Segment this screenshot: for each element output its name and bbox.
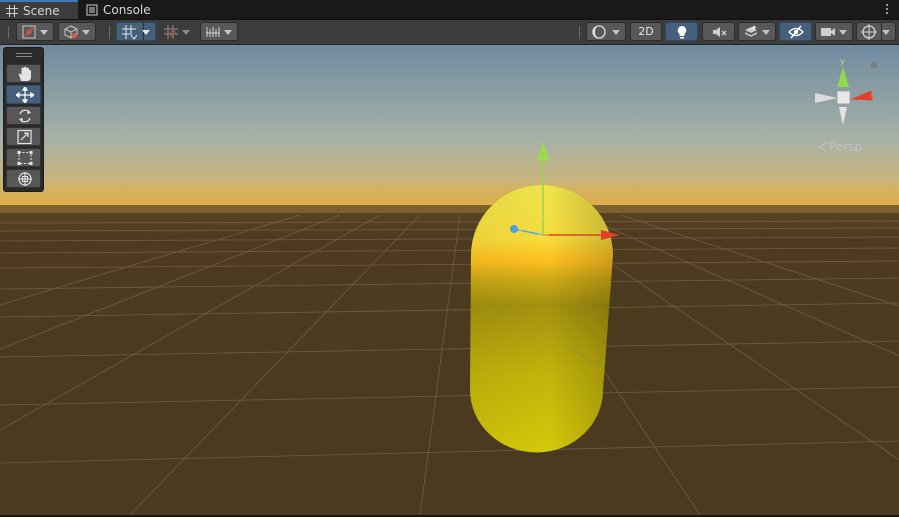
tab-console-label: Console xyxy=(103,2,151,17)
horizon-glow xyxy=(0,185,899,213)
shading-mode-dropdown[interactable] xyxy=(58,22,96,41)
gizmo-y-label: y xyxy=(840,57,845,66)
toolbar-separator xyxy=(109,26,110,39)
rotate-icon xyxy=(19,109,31,123)
tab-bar: Scene Console xyxy=(0,0,899,20)
chevron-down-icon xyxy=(224,30,232,35)
scene-visibility-toggle[interactable] xyxy=(779,22,812,41)
tool-rotate[interactable] xyxy=(6,106,41,125)
center-cube[interactable] xyxy=(836,90,851,105)
chevron-down-icon xyxy=(882,30,890,35)
tool-hand[interactable] xyxy=(6,64,41,83)
axis-gizmo: y x xyxy=(794,53,877,125)
chevron-down-icon xyxy=(40,30,48,35)
tool-rect[interactable] xyxy=(6,148,41,167)
projection-label: Persp xyxy=(829,140,862,154)
grid-snap-toggle[interactable] xyxy=(116,22,156,41)
y-axis-cone-icon[interactable] xyxy=(837,67,849,87)
toolbar-separator xyxy=(579,26,580,39)
cube-icon xyxy=(64,25,78,39)
console-icon xyxy=(86,4,98,16)
rect-tool-icon xyxy=(17,151,33,165)
lock-icon[interactable] xyxy=(871,62,877,68)
grid-icon xyxy=(6,4,18,17)
visibility-off-icon xyxy=(788,25,804,39)
move-arrows-icon xyxy=(16,87,34,103)
shaded-sphere-icon xyxy=(592,25,606,39)
chevron-down-icon xyxy=(762,30,770,35)
more-options-icon[interactable] xyxy=(885,2,889,16)
scene-render xyxy=(0,45,899,515)
lighting-toggle[interactable] xyxy=(665,22,698,41)
audio-muted-icon xyxy=(713,27,727,37)
scene-viewport[interactable] xyxy=(0,45,899,515)
mode-2d-label: 2D xyxy=(638,25,654,38)
chevron-down-icon xyxy=(839,30,847,35)
gizmo-x-label: x xyxy=(870,92,875,101)
scale-icon xyxy=(17,129,32,145)
hand-icon xyxy=(18,66,31,81)
audio-toggle[interactable] xyxy=(702,22,735,41)
effects-dropdown[interactable] xyxy=(738,22,776,41)
mode-2d-toggle[interactable]: 2D xyxy=(630,22,662,41)
draw-mode-icon xyxy=(22,25,36,39)
overlay-grip[interactable] xyxy=(16,53,32,59)
capsule-object[interactable] xyxy=(470,185,613,453)
draw-mode-dropdown[interactable] xyxy=(16,22,54,41)
tab-scene-label: Scene xyxy=(23,3,60,18)
neg-x-cone-icon[interactable] xyxy=(815,93,837,103)
camera-icon xyxy=(821,28,835,36)
lightbulb-icon xyxy=(677,26,687,39)
snap-grid-icon xyxy=(164,25,178,39)
tab-console[interactable]: Console xyxy=(80,0,160,19)
toolbar-grip xyxy=(8,26,9,39)
chevron-down-icon xyxy=(182,30,190,35)
projection-toggle[interactable]: Persp xyxy=(817,140,862,154)
chevron-down-icon xyxy=(142,30,150,35)
ruler-snap-dropdown[interactable] xyxy=(200,22,238,41)
scene-toolbar: 2D xyxy=(0,20,899,45)
z-axis-cap-icon[interactable] xyxy=(510,225,518,233)
ground-plane xyxy=(0,205,899,515)
grid-snap-icon xyxy=(122,25,137,40)
layers-effects-icon xyxy=(744,25,758,37)
tool-move[interactable] xyxy=(6,85,41,104)
tab-scene[interactable]: Scene xyxy=(0,0,78,19)
gizmos-globe-icon xyxy=(861,24,877,40)
tool-transform[interactable] xyxy=(6,169,41,188)
tool-scale[interactable] xyxy=(6,127,41,146)
chevron-down-icon xyxy=(612,30,620,35)
ruler-icon xyxy=(206,27,220,37)
gizmos-dropdown[interactable] xyxy=(856,22,896,41)
increment-snap-dropdown[interactable] xyxy=(158,22,196,41)
neg-y-cone-icon[interactable] xyxy=(839,107,847,125)
chevron-down-icon xyxy=(82,30,90,35)
transform-icon xyxy=(18,172,32,186)
tools-overlay xyxy=(3,47,44,192)
persp-chevron-icon xyxy=(817,142,828,152)
shading-dropdown[interactable] xyxy=(586,22,626,41)
camera-dropdown[interactable] xyxy=(815,22,853,41)
